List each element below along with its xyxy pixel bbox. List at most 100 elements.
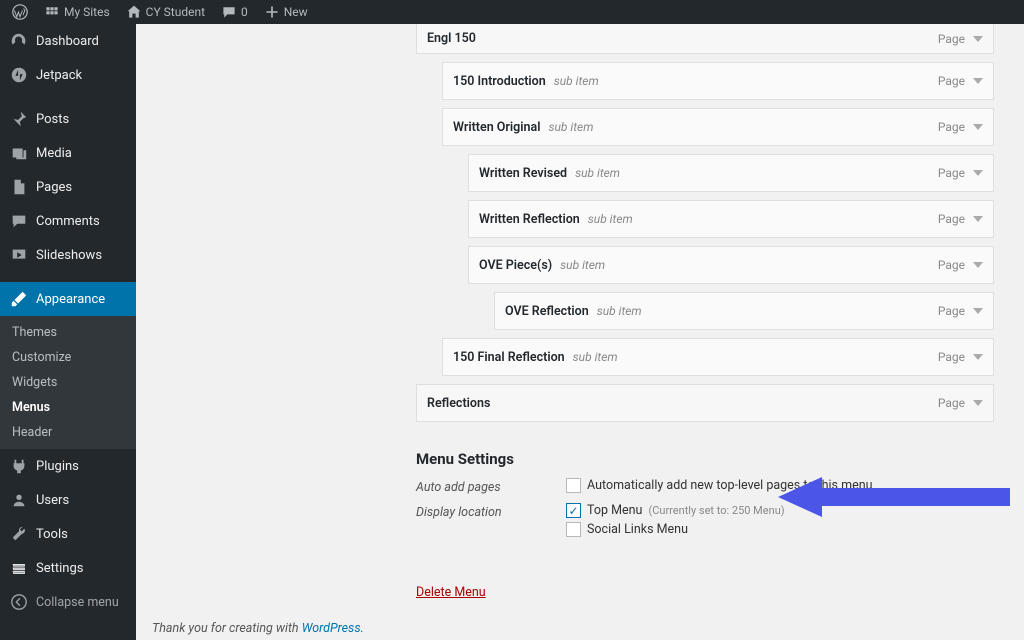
menu-item-subtype: sub item — [575, 166, 620, 180]
menu-settings-heading: Menu Settings — [416, 450, 994, 468]
menu-item-type: Page — [938, 74, 965, 88]
menu-item-type: Page — [938, 396, 965, 410]
jetpack-icon — [10, 66, 28, 84]
home-icon — [126, 4, 142, 20]
sidebar-label: Settings — [36, 561, 83, 576]
menu-item-box[interactable]: 150 Introduction sub item Page — [442, 62, 994, 100]
sidebar-item-settings[interactable]: Settings — [0, 551, 136, 585]
brush-icon — [10, 290, 28, 308]
sites-icon — [44, 4, 60, 20]
plug-icon — [10, 457, 28, 475]
wp-logo[interactable] — [6, 0, 34, 24]
social-links-checkbox[interactable] — [566, 522, 581, 537]
menu-item-title: OVE Piece(s) — [479, 258, 552, 273]
wordpress-icon — [12, 4, 28, 20]
sidebar-item-tools[interactable]: Tools — [0, 517, 136, 551]
pin-icon — [10, 110, 28, 128]
top-menu-label: Top Menu — [587, 503, 642, 518]
sidebar-label: Dashboard — [36, 34, 99, 49]
footer-wp-link[interactable]: WordPress. — [302, 621, 364, 636]
menu-item-type: Page — [938, 166, 965, 180]
main-content: Engl 150Page 150 Introduction sub item Page… — [136, 24, 1024, 640]
settings-icon — [10, 559, 28, 577]
chevron-down-icon[interactable] — [973, 124, 983, 130]
menu-item-box[interactable]: Written Revised sub item Page — [468, 154, 994, 192]
menu-item-box[interactable]: Written Originalsub itemPage — [442, 108, 994, 146]
sidebar-item-users[interactable]: Users — [0, 483, 136, 517]
sidebar-item-plugins[interactable]: Plugins — [0, 449, 136, 483]
sidebar-item-media[interactable]: Media — [0, 136, 136, 170]
menu-item-box[interactable]: Reflections Page — [416, 384, 994, 422]
admin-toolbar: My Sites CY Student 0 New — [0, 0, 1024, 24]
collapse-menu-button[interactable]: Collapse menu — [0, 585, 136, 619]
menu-item-box[interactable]: Written Reflectionsub itemPage — [468, 200, 994, 238]
chevron-down-icon[interactable] — [973, 36, 983, 42]
menu-item-subtype: sub item — [548, 120, 593, 134]
new-content-link[interactable]: New — [258, 0, 314, 24]
sidebar-label: Pages — [36, 180, 72, 195]
menu-item-subtype: sub item — [554, 74, 599, 88]
pages-icon — [10, 178, 28, 196]
wrench-icon — [10, 525, 28, 543]
menu-item-type: Page — [938, 32, 965, 46]
menu-item-title: Written Revised — [479, 166, 567, 181]
menu-item-box[interactable]: OVE Reflectionsub itemPage — [494, 292, 994, 330]
collapse-icon — [10, 593, 28, 611]
my-sites-label: My Sites — [64, 5, 110, 19]
new-label: New — [284, 5, 308, 19]
sidebar-item-jetpack[interactable]: Jetpack — [0, 58, 136, 92]
plus-icon — [264, 4, 280, 20]
comments-count: 0 — [241, 5, 248, 19]
footer-text: Thank you for creating with — [152, 621, 302, 636]
sidebar-item-slideshows[interactable]: Slideshows — [0, 238, 136, 272]
menu-item-type: Page — [938, 120, 965, 134]
sidebar-label: Users — [36, 493, 69, 508]
menu-item-box[interactable]: 150 Final Reflectionsub itemPage — [442, 338, 994, 376]
appearance-submenu: Themes Customize Widgets Menus Header — [0, 316, 136, 449]
sidebar-item-pages[interactable]: Pages — [0, 170, 136, 204]
submenu-header[interactable]: Header — [0, 420, 136, 445]
sidebar-item-appearance[interactable]: Appearance — [0, 282, 136, 316]
menu-item-title: OVE Reflection — [505, 304, 589, 319]
chevron-down-icon[interactable] — [973, 170, 983, 176]
submenu-customize[interactable]: Customize — [0, 345, 136, 370]
site-name-link[interactable]: CY Student — [120, 0, 211, 24]
menu-settings-section: Menu Settings Auto add pages Automatical… — [416, 450, 994, 600]
submenu-themes[interactable]: Themes — [0, 320, 136, 345]
delete-menu-link[interactable]: Delete Menu — [416, 585, 486, 600]
chevron-down-icon[interactable] — [973, 262, 983, 268]
menu-item-subtype: sub item — [560, 258, 605, 272]
social-links-label: Social Links Menu — [587, 522, 688, 537]
menu-item-type: Page — [938, 212, 965, 226]
sidebar-label: Tools — [36, 527, 68, 542]
submenu-menus[interactable]: Menus — [0, 395, 136, 420]
users-icon — [10, 491, 28, 509]
menu-structure-list: Engl 150Page 150 Introduction sub item Page… — [416, 24, 994, 422]
admin-sidebar: Dashboard Jetpack Posts Media Pages Comm… — [0, 24, 136, 640]
menu-item-box[interactable]: Engl 150Page — [416, 24, 994, 54]
sidebar-label: Posts — [36, 112, 69, 127]
media-icon — [10, 144, 28, 162]
chevron-down-icon[interactable] — [973, 216, 983, 222]
menu-item-box[interactable]: OVE Piece(s)sub itemPage — [468, 246, 994, 284]
submenu-widgets[interactable]: Widgets — [0, 370, 136, 395]
chevron-down-icon[interactable] — [973, 308, 983, 314]
menu-item-type: Page — [938, 304, 965, 318]
menu-item-title: Reflections — [427, 396, 490, 411]
sidebar-item-posts[interactable]: Posts — [0, 102, 136, 136]
dashboard-icon — [10, 32, 28, 50]
my-sites-link[interactable]: My Sites — [38, 0, 116, 24]
menu-item-title: 150 Introduction — [453, 74, 546, 89]
auto-add-pages-checkbox[interactable] — [566, 478, 581, 493]
sidebar-item-dashboard[interactable]: Dashboard — [0, 24, 136, 58]
chevron-down-icon[interactable] — [973, 354, 983, 360]
chevron-down-icon[interactable] — [973, 78, 983, 84]
comments-link[interactable]: 0 — [215, 0, 254, 24]
top-menu-checkbox[interactable] — [566, 503, 581, 518]
comments-icon — [10, 212, 28, 230]
top-menu-hint: (Currently set to: 250 Menu) — [648, 504, 784, 517]
chevron-down-icon[interactable] — [973, 400, 983, 406]
display-location-label: Display location — [416, 503, 566, 520]
sidebar-label: Jetpack — [36, 68, 82, 83]
sidebar-item-comments[interactable]: Comments — [0, 204, 136, 238]
